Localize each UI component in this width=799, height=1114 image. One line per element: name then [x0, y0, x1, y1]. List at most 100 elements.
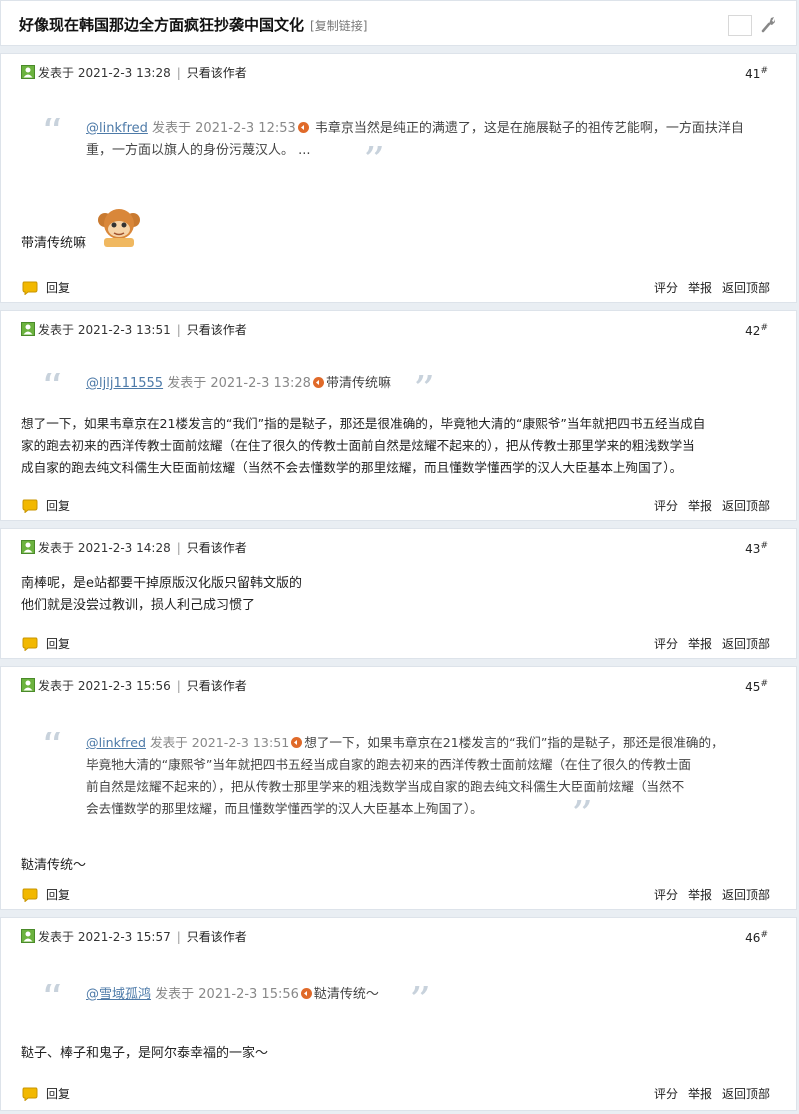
- only-author-link[interactable]: 只看该作者: [187, 323, 247, 337]
- quote-time: 发表于 2021-2-3 13:28: [167, 376, 311, 391]
- rate-button[interactable]: 评分: [654, 499, 678, 513]
- report-button[interactable]: 举报: [688, 281, 712, 295]
- rate-button[interactable]: 评分: [654, 1087, 678, 1101]
- quote-block: “ @linkfred 发表于 2021-2-3 12:53 韦章京当然是纯正的…: [41, 118, 761, 174]
- user-icon: [21, 322, 35, 336]
- floor-number: 41#: [745, 66, 768, 81]
- reply-button[interactable]: 回复: [22, 635, 70, 652]
- report-button[interactable]: 举报: [688, 888, 712, 902]
- post-actions: 评分 举报 返回顶部: [644, 279, 770, 296]
- quote-time: 发表于 2021-2-3 12:53: [152, 121, 296, 136]
- post-actions: 评分 举报 返回顶部: [644, 886, 770, 903]
- close-quote-icon: ”: [409, 986, 432, 1014]
- jump-back-icon[interactable]: [312, 377, 324, 388]
- post-body: 南棒呢，是e站都要干掉原版汉化版只留韩文版的 他们就是没尝过教训，损人利己成习惯…: [21, 576, 302, 613]
- post-meta: 发表于 2021-2-3 13:28 | 只看该作者: [21, 64, 247, 82]
- header-checkbox[interactable]: [728, 15, 752, 36]
- open-quote-icon: “: [41, 984, 64, 1012]
- floor-number: 45#: [745, 679, 768, 694]
- reply-button[interactable]: 回复: [22, 1085, 70, 1102]
- thread-title: 好像现在韩国那边全方面疯狂抄袭中国文化 [复制链接]: [19, 16, 368, 34]
- svg-text:”: ”: [409, 986, 432, 1014]
- reply-button[interactable]: 回复: [22, 497, 70, 514]
- reply-bubble-icon: [22, 281, 38, 295]
- reply-bubble-icon: [22, 499, 38, 513]
- post-time: 2021-2-3 13:28: [77, 66, 171, 80]
- post-body: 鞑子、棒子和鬼子，是阿尔泰幸福的一家～: [21, 1046, 269, 1061]
- quote-block: “ @ljlj111555 发表于 2021-2-3 13:28 带清传统嘛 ”: [41, 373, 761, 403]
- svg-text:“: “: [41, 373, 64, 401]
- back-to-top-button[interactable]: 返回顶部: [722, 888, 770, 902]
- close-quote-icon: ”: [363, 146, 386, 174]
- svg-text:”: ”: [571, 800, 594, 828]
- back-to-top-button[interactable]: 返回顶部: [722, 1087, 770, 1101]
- close-quote-icon: ”: [413, 375, 436, 403]
- post-meta: 发表于 2021-2-3 15:56 | 只看该作者: [21, 677, 247, 695]
- quote-block: “ @雪域孤鸿 发表于 2021-2-3 15:56 鞑清传统～ ”: [41, 984, 761, 1014]
- report-button[interactable]: 举报: [688, 499, 712, 513]
- jump-back-icon[interactable]: [300, 988, 312, 999]
- quote-user-link[interactable]: @ljlj111555: [86, 376, 163, 391]
- post-meta: 发表于 2021-2-3 14:28 | 只看该作者: [21, 539, 247, 557]
- post-45: 发表于 2021-2-3 15:56 | 只看该作者 45# “ @linkfred…: [0, 666, 797, 910]
- only-author-link[interactable]: 只看该作者: [187, 679, 247, 693]
- floor-number: 46#: [745, 930, 768, 945]
- reply-button[interactable]: 回复: [22, 279, 70, 296]
- quote-user-link[interactable]: @雪域孤鸿: [86, 987, 151, 1002]
- open-quote-icon: “: [41, 732, 64, 760]
- jump-back-icon[interactable]: [297, 122, 309, 133]
- svg-text:“: “: [41, 118, 64, 146]
- report-button[interactable]: 举报: [688, 637, 712, 651]
- post-41: 发表于 2021-2-3 13:28 | 只看该作者 41# “ @linkfred…: [0, 53, 797, 303]
- post-body: 鞑清传统～: [21, 858, 87, 873]
- wrench-icon[interactable]: [760, 15, 776, 33]
- post-time: 2021-2-3 15:56: [77, 679, 171, 693]
- user-icon: [21, 540, 35, 554]
- rate-button[interactable]: 评分: [654, 281, 678, 295]
- reply-button[interactable]: 回复: [22, 886, 70, 903]
- user-icon: [21, 678, 35, 692]
- post-meta: 发表于 2021-2-3 15:57 | 只看该作者: [21, 928, 247, 946]
- jump-back-icon[interactable]: [291, 737, 303, 748]
- only-author-link[interactable]: 只看该作者: [187, 541, 247, 555]
- back-to-top-button[interactable]: 返回顶部: [722, 499, 770, 513]
- post-time: 2021-2-3 15:57: [77, 930, 171, 944]
- close-quote-icon: ”: [571, 800, 594, 828]
- floor-number: 42#: [745, 323, 768, 338]
- reply-bubble-icon: [22, 888, 38, 902]
- quote-time: 发表于 2021-2-3 15:56: [155, 987, 299, 1002]
- user-icon: [21, 929, 35, 943]
- post-actions: 评分 举报 返回顶部: [644, 635, 770, 652]
- post-actions: 评分 举报 返回顶部: [644, 1085, 770, 1102]
- post-46: 发表于 2021-2-3 15:57 | 只看该作者 46# “ @雪域孤鸿 发表于…: [0, 917, 797, 1111]
- monkey-emoji-icon: [98, 209, 140, 247]
- post-time: 2021-2-3 14:28: [77, 541, 171, 555]
- floor-number: 43#: [745, 541, 768, 556]
- post-42: 发表于 2021-2-3 13:51 | 只看该作者 42# “ @ljlj1115…: [0, 310, 797, 521]
- open-quote-icon: “: [41, 373, 64, 401]
- only-author-link[interactable]: 只看该作者: [187, 930, 247, 944]
- post-actions: 评分 举报 返回顶部: [644, 497, 770, 514]
- quote-block: “ @linkfred 发表于 2021-2-3 13:51 想了一下，如果韦章京…: [41, 732, 761, 832]
- back-to-top-button[interactable]: 返回顶部: [722, 281, 770, 295]
- post-meta: 发表于 2021-2-3 13:51 | 只看该作者: [21, 321, 247, 339]
- reply-bubble-icon: [22, 637, 38, 651]
- svg-text:“: “: [41, 732, 64, 760]
- post-body: 带清传统嘛: [21, 236, 87, 251]
- rate-button[interactable]: 评分: [654, 637, 678, 651]
- copy-link[interactable]: [复制链接]: [310, 19, 367, 33]
- back-to-top-button[interactable]: 返回顶部: [722, 637, 770, 651]
- svg-text:“: “: [41, 984, 64, 1012]
- post-time: 2021-2-3 13:51: [77, 323, 171, 337]
- open-quote-icon: “: [41, 118, 64, 146]
- svg-text:”: ”: [363, 146, 386, 174]
- svg-text:”: ”: [413, 375, 436, 403]
- quote-user-link[interactable]: @linkfred: [86, 121, 148, 136]
- quote-user-link[interactable]: @linkfred: [86, 735, 146, 750]
- post-body: 想了一下，如果韦章京在21楼发言的“我们”指的是鞑子，那还是很准确的，毕竟牠大清…: [21, 416, 706, 475]
- report-button[interactable]: 举报: [688, 1087, 712, 1101]
- rate-button[interactable]: 评分: [654, 888, 678, 902]
- thread-header: 好像现在韩国那边全方面疯狂抄袭中国文化 [复制链接]: [0, 0, 797, 46]
- only-author-link[interactable]: 只看该作者: [187, 66, 247, 80]
- reply-bubble-icon: [22, 1087, 38, 1101]
